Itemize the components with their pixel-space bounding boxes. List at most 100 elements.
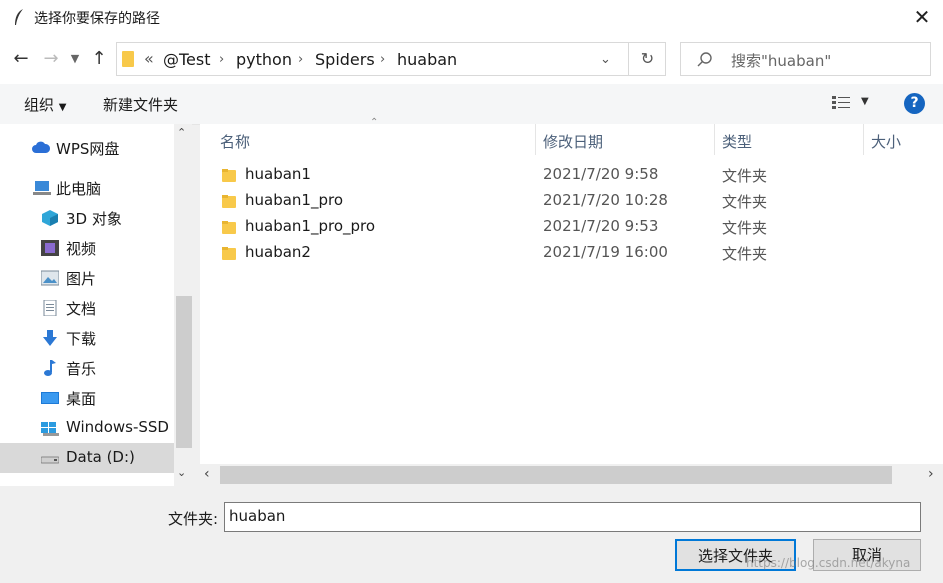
sidebar-item-downloads[interactable]: 下载 (0, 323, 174, 353)
address-segment-huaban[interactable]: huaban (397, 50, 457, 69)
folder-icon (222, 195, 236, 208)
chevron-right-icon[interactable]: › (380, 52, 385, 67)
sidebar-item-wps[interactable]: WPS网盘 (0, 133, 174, 163)
forward-button[interactable]: → (40, 48, 62, 70)
horizontal-scroll-thumb[interactable] (220, 466, 892, 484)
sidebar-item-documents[interactable]: 文档 (0, 293, 174, 323)
close-button[interactable]: ✕ (904, 2, 940, 32)
column-header-modified[interactable]: 修改日期 (543, 131, 603, 152)
chevron-down-icon: ▼ (70, 52, 80, 65)
file-modified: 2021/7/20 9:53 (543, 217, 659, 235)
help-icon[interactable]: ? (904, 93, 925, 114)
file-name: huaban1_pro (245, 191, 344, 209)
sidebar-item-desktop[interactable]: 桌面 (0, 383, 174, 413)
address-segment-test[interactable]: @Test (163, 50, 211, 69)
file-type: 文件夹 (722, 245, 768, 263)
back-button[interactable]: ← (10, 48, 32, 70)
refresh-icon: ↻ (640, 49, 655, 68)
file-name: huaban1 (245, 165, 311, 183)
sidebar-item-data-d[interactable]: Data (D:) (0, 443, 174, 473)
sidebar-item-label: 下载 (66, 330, 97, 348)
scroll-up-icon[interactable]: ⌃ (177, 126, 186, 139)
file-type: 文件夹 (722, 219, 768, 237)
arrow-left-icon: ← (13, 48, 29, 69)
drive-icon (41, 422, 59, 436)
address-dropdown-icon[interactable]: ⌄ (600, 52, 611, 67)
chevron-right-icon[interactable]: › (219, 52, 224, 67)
folder-name-value: huaban (229, 507, 286, 525)
scroll-down-icon[interactable]: ⌄ (177, 466, 186, 479)
sidebar-item-label: 桌面 (66, 390, 97, 408)
cloud-icon (32, 141, 51, 153)
sidebar-item-label: Data (D:) (66, 448, 135, 466)
address-overflow[interactable]: « (144, 49, 154, 68)
view-dropdown-icon[interactable]: ▼ (861, 96, 869, 107)
caret-down-icon: ▼ (58, 102, 67, 113)
file-modified: 2021/7/20 10:28 (543, 191, 668, 209)
sidebar-item-label: 此电脑 (56, 180, 102, 198)
refresh-button[interactable]: ↻ (628, 42, 666, 76)
table-row[interactable]: huaban1_pro_pro 2021/7/20 9:53 文件夹 (200, 214, 943, 240)
video-icon (41, 240, 59, 256)
column-header-name[interactable]: 名称 (220, 131, 250, 152)
table-row[interactable]: huaban1 2021/7/20 9:58 文件夹 (200, 162, 943, 188)
folder-icon (222, 169, 236, 182)
address-segment-spiders[interactable]: Spiders (315, 50, 375, 69)
folder-icon (222, 247, 236, 260)
drive-icon (41, 456, 59, 464)
sort-ascending-icon: ⌃ (370, 117, 379, 128)
column-header-type[interactable]: 类型 (722, 131, 752, 152)
file-type: 文件夹 (722, 193, 768, 211)
music-icon (44, 360, 56, 376)
sidebar-item-label: 音乐 (66, 360, 97, 378)
folder-icon (222, 221, 236, 234)
pictures-icon (41, 270, 59, 286)
chevron-right-icon[interactable]: › (298, 52, 303, 67)
file-type: 文件夹 (722, 167, 768, 185)
scroll-right-icon[interactable]: › (928, 466, 934, 482)
sidebar-item-label: WPS网盘 (56, 140, 120, 158)
search-icon (697, 52, 712, 67)
folder-field-label: 文件夹: (168, 510, 219, 528)
sidebar-item-label: 图片 (66, 270, 97, 288)
scroll-left-icon[interactable]: ‹ (204, 466, 210, 482)
document-icon (43, 300, 57, 316)
folder-name-input[interactable]: huaban (224, 502, 921, 532)
column-divider[interactable] (714, 124, 715, 155)
sidebar-item-music[interactable]: 音乐 (0, 353, 174, 383)
up-button[interactable]: ↑ (88, 48, 110, 70)
new-folder-button[interactable]: 新建文件夹 (103, 94, 178, 115)
organize-button[interactable]: 组织 ▼ (24, 94, 67, 115)
arrow-right-icon: → (43, 48, 59, 69)
sidebar-item-windows-ssd[interactable]: Windows-SSD (0, 413, 174, 443)
file-name: huaban1_pro_pro (245, 217, 376, 235)
table-row[interactable]: huaban2 2021/7/19 16:00 文件夹 (200, 240, 943, 266)
file-modified: 2021/7/19 16:00 (543, 243, 668, 261)
cube-icon (42, 210, 58, 226)
download-icon (43, 330, 57, 346)
sidebar-item-pictures[interactable]: 图片 (0, 263, 174, 293)
column-header-size[interactable]: 大小 (871, 131, 901, 152)
column-divider[interactable] (535, 124, 536, 155)
window-title: 选择你要保存的路径 (34, 11, 160, 27)
column-divider[interactable] (863, 124, 864, 155)
sidebar-scroll-thumb[interactable] (176, 296, 192, 448)
sidebar-item-videos[interactable]: 视频 (0, 233, 174, 263)
sidebar-item-3d-objects[interactable]: 3D 对象 (0, 203, 174, 233)
desktop-icon (41, 392, 59, 404)
file-modified: 2021/7/20 9:58 (543, 165, 659, 183)
recent-locations-button[interactable]: ▼ (64, 48, 86, 70)
feather-icon (15, 9, 23, 25)
sidebar-item-label: 文档 (66, 300, 97, 318)
table-row[interactable]: huaban1_pro 2021/7/20 10:28 文件夹 (200, 188, 943, 214)
sidebar-item-this-pc[interactable]: 此电脑 (0, 173, 174, 203)
sidebar-item-label: Windows-SSD (66, 418, 169, 436)
sidebar-item-label: 3D 对象 (66, 210, 122, 228)
watermark: https://blog.csdn.net/akyna (746, 556, 911, 570)
view-options-icon[interactable] (832, 96, 852, 110)
arrow-up-icon: ↑ (91, 48, 107, 69)
sidebar-item-label: 视频 (66, 240, 97, 258)
search-placeholder: 搜索"huaban" (731, 52, 832, 70)
address-segment-python[interactable]: python (236, 50, 292, 69)
folder-icon (122, 51, 134, 67)
